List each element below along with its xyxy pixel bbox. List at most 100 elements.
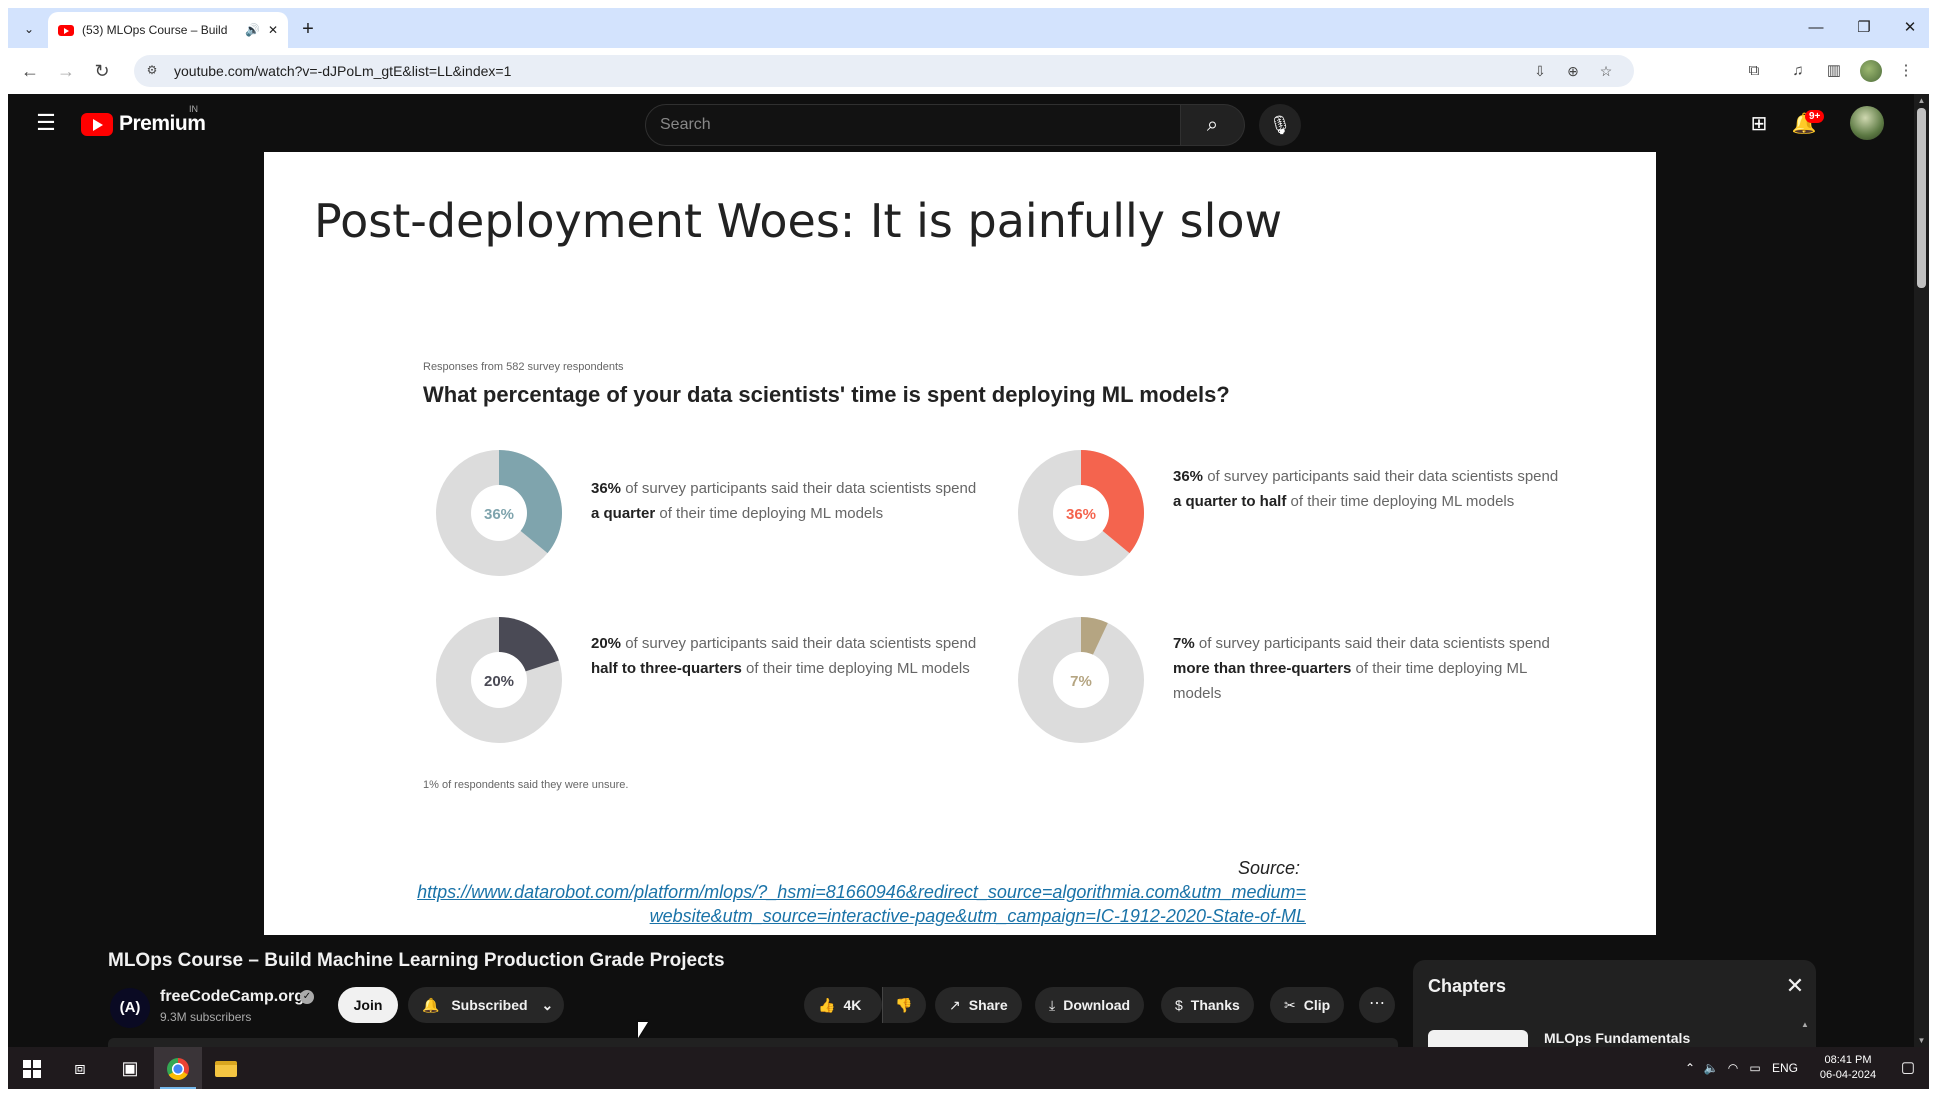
site-info-icon[interactable]: ⚙ — [144, 63, 160, 79]
page-scrollbar[interactable]: ▲ ▼ — [1914, 94, 1929, 1047]
channel-avatar[interactable]: (A) — [110, 988, 150, 1028]
search-input[interactable] — [660, 114, 1150, 136]
chapters-scroll-up-icon[interactable]: ▲ — [1801, 1020, 1811, 1047]
stat-description: 36% of survey participants said their da… — [591, 480, 977, 522]
app-window-icon: ▣ — [121, 1058, 139, 1078]
minimize-button[interactable]: — — [1794, 16, 1838, 40]
new-tab-button[interactable]: + — [296, 18, 320, 42]
like-count: 4K — [843, 997, 862, 1013]
unsure-footnote: 1% of respondents said they were unsure. — [423, 779, 629, 791]
subscribed-button[interactable]: 🔔 Subscribed ⌄ — [408, 987, 564, 1023]
subscribed-label: Subscribed — [451, 997, 528, 1013]
scroll-up-icon[interactable]: ▲ — [1917, 96, 1926, 105]
volume-icon[interactable]: 🔈 — [1700, 1047, 1722, 1089]
subscriber-count: 9.3M subscribers — [160, 1010, 252, 1024]
speaker-icon[interactable]: 🔊 — [245, 23, 260, 37]
scissors-icon: ✂ — [1284, 997, 1296, 1013]
dislike-button[interactable]: 👎 — [882, 987, 926, 1023]
browser-profile-avatar[interactable] — [1860, 60, 1882, 82]
media-controls-icon[interactable]: ♫ — [1786, 59, 1810, 83]
close-window-button[interactable]: ✕ — [1888, 16, 1932, 40]
folder-icon — [215, 1061, 237, 1078]
scrollbar-thumb[interactable] — [1917, 108, 1926, 288]
extensions-icon[interactable]: ⧉ — [1742, 59, 1766, 83]
close-chapters-icon[interactable]: ✕ — [1783, 974, 1807, 998]
youtube-favicon-icon — [58, 24, 74, 36]
youtube-play-icon — [81, 112, 113, 136]
slide-title: Post-deployment Woes: It is painfully sl… — [314, 194, 1283, 248]
thanks-button[interactable]: $ Thanks — [1161, 987, 1254, 1023]
video-player[interactable]: Post-deployment Woes: It is painfully sl… — [264, 152, 1656, 935]
start-button[interactable] — [8, 1047, 56, 1089]
download-icon: ⤓ — [1049, 997, 1056, 1013]
taskbar-file-explorer[interactable] — [202, 1047, 250, 1089]
language-indicator[interactable]: ENG — [1768, 1047, 1802, 1089]
donut-center-label: 36% — [1066, 506, 1096, 523]
clip-button[interactable]: ✂ Clip — [1270, 987, 1345, 1023]
search-icon[interactable]: ⌕ — [1181, 104, 1245, 146]
donut-chart: 36% — [1018, 450, 1144, 576]
chapter-item[interactable]: MLOps Fundamentals — [1544, 1030, 1690, 1046]
guide-menu-icon[interactable]: ☰ — [33, 110, 59, 136]
taskbar-chrome[interactable] — [154, 1047, 202, 1089]
browser-tab-active[interactable]: (53) MLOps Course – Build 🔊 ✕ — [48, 12, 288, 48]
survey-question: What percentage of your data scientists'… — [423, 382, 1230, 407]
like-button[interactable]: 👍 4K — [804, 987, 882, 1023]
source-link-line: https://www.datarobot.com/platform/mlops… — [417, 882, 1306, 902]
donut-chart: 36% — [436, 450, 562, 576]
microphone-icon[interactable]: 🎙 — [1259, 104, 1301, 146]
source-link[interactable]: https://www.datarobot.com/platform/mlops… — [292, 880, 1306, 928]
source-link-line: website&utm_source=interactive-page&utm_… — [649, 906, 1306, 926]
download-label: Download — [1063, 997, 1131, 1013]
thumbs-up-icon: 👍 — [818, 997, 836, 1013]
description-box[interactable] — [108, 1038, 1398, 1047]
chapters-heading: Chapters — [1428, 976, 1507, 996]
bell-icon: 🔔 — [422, 997, 440, 1013]
network-icon[interactable]: ◠ — [1722, 1047, 1744, 1089]
browser-menu-icon[interactable]: ⋮ — [1894, 59, 1918, 83]
install-app-icon[interactable]: ⇩ — [1529, 61, 1551, 81]
youtube-header: ☰ Premium IN ⌕ 🎙 ⊞ 🔔 9+ — [8, 94, 1929, 152]
restore-button[interactable]: ❐ — [1842, 16, 1886, 40]
close-tab-icon[interactable]: ✕ — [268, 23, 278, 37]
task-view-button[interactable]: ⧈ — [56, 1047, 104, 1089]
clock[interactable]: 08:41 PM 06-04-2024 — [1808, 1053, 1888, 1083]
screen: ⌄ (53) MLOps Course – Build 🔊 ✕ + — ❐ ✕ … — [0, 0, 1937, 1097]
thanks-label: Thanks — [1190, 997, 1240, 1013]
youtube-page: ☰ Premium IN ⌕ 🎙 ⊞ 🔔 9+ Post-deployment … — [8, 94, 1929, 1047]
share-button[interactable]: ↗ Share — [935, 987, 1022, 1023]
taskbar-app[interactable]: ▣ — [106, 1047, 154, 1089]
thanks-dollar-icon: $ — [1175, 997, 1183, 1013]
mouse-cursor-icon — [638, 1022, 648, 1038]
donut-center-label: 36% — [484, 506, 514, 523]
windows-logo-icon — [23, 1060, 41, 1079]
notification-center-icon[interactable]: ▢ — [1893, 1047, 1923, 1089]
create-video-icon[interactable]: ⊞ — [1743, 108, 1775, 140]
forward-button[interactable]: → — [53, 58, 79, 84]
notification-badge: 9+ — [1805, 110, 1825, 123]
thumbs-down-icon: 👎 — [895, 997, 913, 1013]
side-panel-icon[interactable]: ▥ — [1822, 59, 1846, 83]
bookmark-star-icon[interactable]: ☆ — [1595, 61, 1617, 81]
reload-button[interactable]: ↻ — [89, 58, 115, 84]
tab-search-button[interactable]: ⌄ — [18, 18, 40, 40]
scroll-down-icon[interactable]: ▼ — [1917, 1036, 1926, 1045]
show-hidden-icons[interactable]: ⌃ — [1680, 1047, 1700, 1089]
more-actions-icon[interactable]: ⋯ — [1359, 987, 1395, 1023]
back-button[interactable]: ← — [17, 58, 43, 84]
logo-wordmark: Premium — [119, 112, 206, 135]
account-avatar[interactable] — [1850, 106, 1884, 140]
battery-icon[interactable]: ▭ — [1744, 1047, 1766, 1089]
chevron-down-icon: ⌄ — [541, 997, 554, 1013]
address-bar[interactable]: ⚙ youtube.com/watch?v=-dJPoLm_gtE&list=L… — [134, 55, 1634, 87]
search-box — [645, 104, 1181, 146]
join-button[interactable]: Join — [338, 987, 398, 1023]
zoom-icon[interactable]: ⊕ — [1562, 61, 1584, 81]
donut-chart: 20% — [436, 617, 562, 743]
channel-name[interactable]: freeCodeCamp.org — [160, 988, 304, 1006]
task-view-icon: ⧈ — [74, 1058, 86, 1078]
download-button[interactable]: ⤓ Download — [1035, 987, 1145, 1023]
youtube-premium-logo[interactable]: Premium IN — [81, 104, 206, 136]
windows-taskbar: ⧈ ▣ ⌃ 🔈 ◠ ▭ ENG 08:41 PM 06-04-2024 ▢ — [8, 1047, 1929, 1089]
chapter-thumbnail[interactable] — [1428, 1030, 1528, 1047]
